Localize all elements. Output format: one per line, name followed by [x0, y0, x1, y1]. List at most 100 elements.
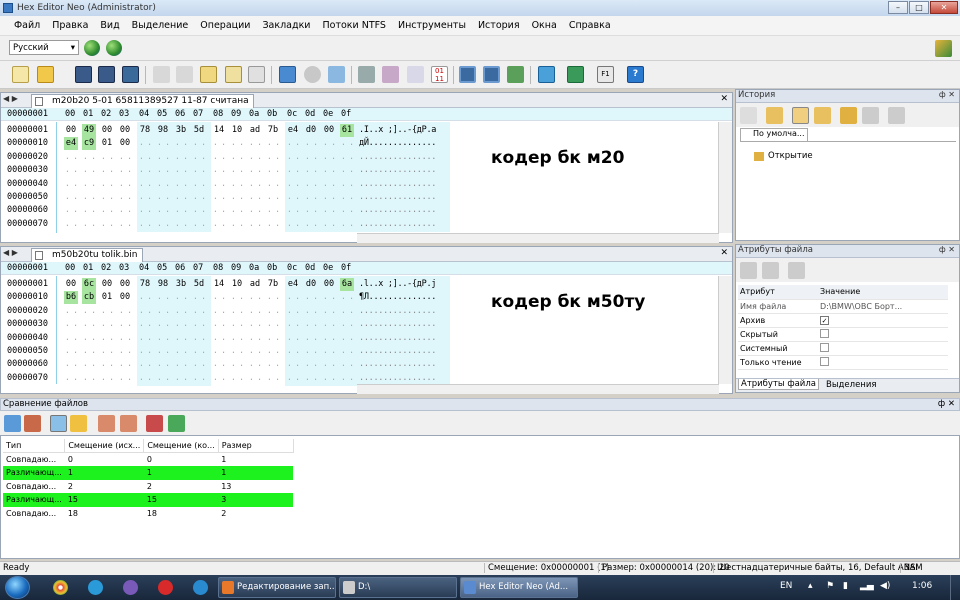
hex-byte[interactable]: . .: [82, 164, 96, 177]
hex-byte[interactable]: . .: [230, 178, 244, 191]
hex-byte[interactable]: . .: [212, 318, 226, 331]
attr-apply-icon[interactable]: [762, 262, 779, 279]
ascii-text[interactable]: ................: [359, 204, 436, 217]
menu-ntfs-streams[interactable]: Потоки NTFS: [322, 20, 385, 31]
save-all-icon[interactable]: [122, 66, 139, 83]
history-add-icon[interactable]: [840, 107, 857, 124]
compare-row[interactable]: Совпадаю... 18 18 2: [3, 507, 293, 521]
attr-edit-icon[interactable]: [740, 262, 757, 279]
hex-byte[interactable]: . .: [304, 137, 318, 150]
hex-byte[interactable]: . .: [100, 358, 114, 371]
hex-byte[interactable]: . .: [156, 291, 170, 304]
hex-byte[interactable]: . .: [192, 305, 206, 318]
hex-byte[interactable]: . .: [82, 345, 96, 358]
ascii-text[interactable]: дЙ..............: [359, 137, 436, 150]
pin-close-icon[interactable]: ф ✕: [938, 399, 955, 409]
structure-icon[interactable]: [382, 66, 399, 83]
hex-byte[interactable]: . .: [156, 372, 170, 385]
hex-byte[interactable]: . .: [212, 164, 226, 177]
hex-byte[interactable]: . .: [118, 372, 132, 385]
hex-byte[interactable]: . .: [340, 151, 354, 164]
hex-byte[interactable]: . .: [340, 291, 354, 304]
hex-byte[interactable]: . .: [138, 372, 152, 385]
hex-byte[interactable]: . .: [82, 178, 96, 191]
hex-byte[interactable]: . .: [118, 191, 132, 204]
hex-byte[interactable]: . .: [64, 305, 78, 318]
hex-byte[interactable]: . .: [286, 318, 300, 331]
hex-byte[interactable]: . .: [340, 372, 354, 385]
compare-files-icon[interactable]: [24, 415, 41, 432]
hex-byte[interactable]: . .: [212, 151, 226, 164]
hex-byte[interactable]: . .: [174, 372, 188, 385]
text-view-icon[interactable]: [483, 66, 500, 83]
fill-icon[interactable]: [358, 66, 375, 83]
hex-byte[interactable]: 10: [230, 124, 244, 137]
hex-byte[interactable]: . .: [266, 358, 280, 371]
tab-nav-arrows[interactable]: ◀ ▶: [3, 248, 18, 257]
hex-byte[interactable]: . .: [230, 164, 244, 177]
volume-icon[interactable]: ◀): [880, 581, 890, 591]
hex-byte[interactable]: . .: [286, 164, 300, 177]
hex-byte[interactable]: . .: [192, 137, 206, 150]
hex-byte[interactable]: . .: [286, 218, 300, 231]
hex-byte[interactable]: . .: [266, 332, 280, 345]
hex-row[interactable]: 00000070 . . . . . . . . . . . . . . . . . . . . . …: [1, 218, 721, 231]
undo-icon[interactable]: [153, 66, 170, 83]
hex-byte[interactable]: . .: [286, 372, 300, 385]
menu-view[interactable]: Вид: [100, 20, 119, 31]
horizontal-scrollbar[interactable]: [357, 384, 719, 394]
hex-byte[interactable]: . .: [230, 358, 244, 371]
hex-byte[interactable]: . .: [212, 345, 226, 358]
hex-byte[interactable]: 3b: [174, 278, 188, 291]
hex-byte[interactable]: 5d: [192, 278, 206, 291]
hex-byte[interactable]: . .: [82, 332, 96, 345]
hex-byte[interactable]: . .: [118, 218, 132, 231]
open-folder-icon[interactable]: [37, 66, 54, 83]
hex-byte[interactable]: . .: [64, 204, 78, 217]
hex-byte[interactable]: . .: [212, 137, 226, 150]
hex-byte[interactable]: . .: [266, 204, 280, 217]
hex-byte[interactable]: . .: [174, 332, 188, 345]
hex-byte[interactable]: . .: [322, 372, 336, 385]
hex-byte[interactable]: . .: [230, 372, 244, 385]
hex-byte[interactable]: 00: [118, 278, 132, 291]
hex-byte[interactable]: . .: [192, 204, 206, 217]
hex-byte[interactable]: . .: [304, 358, 318, 371]
hex-byte[interactable]: . .: [304, 191, 318, 204]
ascii-text[interactable]: ¶Л..............: [359, 291, 436, 304]
copy-icon[interactable]: [248, 66, 265, 83]
hex-byte[interactable]: . .: [304, 305, 318, 318]
ascii-text[interactable]: ................: [359, 345, 436, 358]
hex-byte[interactable]: . .: [340, 204, 354, 217]
hex-byte[interactable]: . .: [138, 137, 152, 150]
hex-byte[interactable]: 00: [118, 124, 132, 137]
paste-icon[interactable]: [225, 66, 242, 83]
ascii-text[interactable]: ................: [359, 191, 436, 204]
hex-byte[interactable]: 01: [100, 137, 114, 150]
hex-byte[interactable]: . .: [248, 332, 262, 345]
hex-byte[interactable]: . .: [64, 372, 78, 385]
tray-flag-icon[interactable]: ⚑: [826, 581, 834, 591]
compare-row[interactable]: Совпадаю... 0 0 1: [3, 453, 293, 467]
hex-byte[interactable]: . .: [230, 318, 244, 331]
hex-byte[interactable]: . .: [322, 218, 336, 231]
ascii-text[interactable]: .l..x ;]..-{дP.j: [359, 278, 436, 291]
ascii-text[interactable]: ................: [359, 151, 436, 164]
hex-byte[interactable]: . .: [248, 305, 262, 318]
hex-byte[interactable]: . .: [230, 218, 244, 231]
hex-byte[interactable]: ad: [248, 124, 262, 137]
hex-byte[interactable]: . .: [118, 345, 132, 358]
hex-byte[interactable]: . .: [156, 164, 170, 177]
prev-diff-icon[interactable]: [98, 415, 115, 432]
hex-byte[interactable]: . .: [64, 191, 78, 204]
hex-byte[interactable]: . .: [266, 178, 280, 191]
hex-row[interactable]: 00000001 00 6c 00 00 78 98 3b 5d 14 10 ad 7b e4 d0 00 6a…: [1, 278, 721, 291]
hex-byte[interactable]: . .: [64, 178, 78, 191]
hex-byte[interactable]: . .: [266, 191, 280, 204]
hex-row[interactable]: 00000060 . . . . . . . . . . . . . . . . . . . . . …: [1, 358, 721, 371]
menu-bookmarks[interactable]: Закладки: [262, 20, 310, 31]
globe-icon[interactable]: [106, 40, 122, 56]
hex-byte[interactable]: . .: [138, 345, 152, 358]
hex-byte[interactable]: . .: [100, 204, 114, 217]
maximize-button[interactable]: □: [909, 1, 929, 14]
